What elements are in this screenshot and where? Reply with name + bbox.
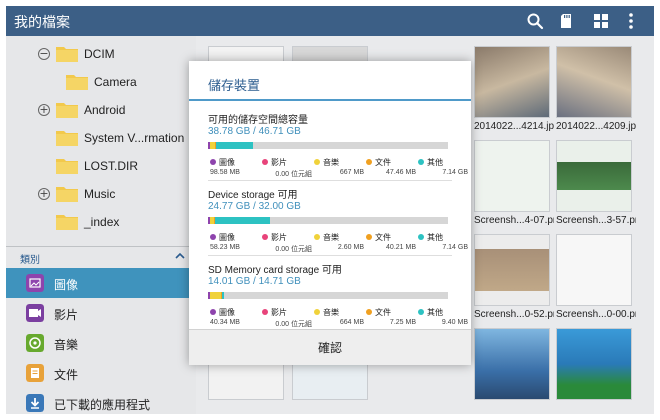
legend-images: 圖像 40.34 MB (210, 308, 240, 326)
tree-item-label: System V...rmation (84, 131, 185, 145)
category-label: 圖像 (54, 278, 79, 292)
storage-usage-bar (208, 142, 448, 149)
category-downloaded-apps[interactable]: 已下載的應用程式 (6, 388, 196, 414)
section-title: Device storage 可用 (208, 190, 298, 201)
confirm-button[interactable]: 確認 (189, 330, 471, 366)
legend-images: 圖像 58.23 MB (210, 233, 240, 251)
legend-videos: 影片 0.00 位元組 (262, 157, 312, 181)
tree-item-camera[interactable]: Camera (6, 68, 196, 96)
thumbnail[interactable] (556, 328, 632, 400)
category-header[interactable]: 類別 (6, 246, 196, 266)
video-icon (26, 304, 44, 322)
legend-videos: 影片 0.00 位元組 (262, 307, 312, 331)
file-name: Screensh...0-00.png (556, 309, 636, 320)
thumbnail[interactable] (474, 46, 550, 118)
category-videos[interactable]: 影片 (6, 298, 196, 328)
thumbnail[interactable] (556, 46, 632, 118)
download-icon (26, 394, 44, 412)
legend-other: 其他 7.14 GB (418, 232, 468, 256)
tree-item-label: DCIM (84, 47, 115, 61)
sd-card-icon[interactable] (556, 10, 578, 32)
tree-item-label: LOST.DIR (84, 159, 139, 173)
music-icon (26, 334, 44, 352)
thumbnail[interactable] (474, 328, 550, 400)
folder-icon (56, 47, 78, 62)
file-name: 2014022...4214.jpg (474, 121, 554, 132)
legend-documents: 文件 40.21 MB (366, 232, 416, 256)
category-music[interactable]: 音樂 (6, 328, 196, 358)
thumbnail[interactable] (556, 140, 632, 212)
section-size: 14.01 GB / 14.71 GB (208, 276, 301, 287)
collapse-icon[interactable]: − (38, 48, 50, 60)
tree-item-music[interactable]: + Music (6, 180, 196, 208)
image-icon (26, 274, 44, 292)
storage-usage-bar (208, 292, 448, 299)
legend-documents: 文件 47.46 MB (366, 157, 416, 181)
bar-segment-other (222, 292, 224, 299)
bar-segment-music (210, 292, 221, 299)
tree-item-android[interactable]: + Android (6, 96, 196, 124)
legend-other: 其他 7.14 GB (418, 157, 468, 181)
file-manager-window: 我的檔案 − DCIM Camera + Android System V...… (6, 6, 654, 414)
legend-videos: 影片 0.00 位元組 (262, 232, 312, 256)
legend-music: 音樂 664 MB (314, 307, 364, 331)
tree-item-index[interactable]: _index (6, 208, 196, 236)
document-icon (26, 364, 44, 382)
folder-icon (66, 75, 88, 90)
file-name: Screensh...0-52.png (474, 309, 554, 320)
bar-segment-other (215, 217, 270, 224)
bar-segment-other (216, 142, 253, 149)
storage-usage-bar (208, 217, 448, 224)
expand-icon[interactable]: + (38, 104, 50, 116)
tree-item-lost-dir[interactable]: LOST.DIR (6, 152, 196, 180)
app-bar: 我的檔案 (6, 6, 654, 36)
folder-icon (56, 187, 78, 202)
file-name: Screensh...4-07.png (474, 215, 554, 226)
legend-music: 音樂 2.60 MB (314, 232, 364, 256)
tree-item-dcim[interactable]: − DCIM (6, 40, 196, 68)
file-name: 2014022...4209.jpg (556, 121, 636, 132)
section-divider (208, 180, 452, 181)
section-title: SD Memory card storage 可用 (208, 265, 342, 276)
folder-icon (56, 159, 78, 174)
category-images[interactable]: 圖像 (6, 268, 196, 298)
section-size: 38.78 GB / 46.71 GB (208, 126, 301, 137)
sidebar: − DCIM Camera + Android System V...rmati… (6, 36, 196, 414)
tree-item-label: Music (84, 187, 116, 201)
overflow-menu-icon[interactable] (620, 10, 642, 32)
folder-icon (56, 103, 78, 118)
search-icon[interactable] (524, 10, 546, 32)
legend-music: 音樂 667 MB (314, 157, 364, 181)
title-divider (189, 99, 471, 101)
thumbnail[interactable] (474, 234, 550, 306)
dialog-footer: 確認 (189, 329, 471, 365)
thumbnail[interactable] (556, 234, 632, 306)
chevron-up-icon[interactable] (174, 251, 186, 261)
file-name: Screensh...3-57.png (556, 215, 636, 226)
folder-icon (56, 215, 78, 230)
app-title: 我的檔案 (14, 14, 70, 30)
storage-dialog: 儲存裝置 可用的儲存空間總容量 38.78 GB / 46.71 GB 圖像 98… (189, 61, 471, 365)
expand-icon[interactable]: + (38, 188, 50, 200)
category-label: 音樂 (54, 338, 79, 352)
thumbnail[interactable] (474, 140, 550, 212)
legend-images: 圖像 98.58 MB (210, 158, 240, 176)
legend-other: 其他 9.40 MB (418, 307, 468, 331)
tree-item-label: _index (84, 215, 120, 229)
section-title: 可用的儲存空間總容量 (208, 115, 308, 126)
category-label: 影片 (54, 308, 79, 322)
tree-item-label: Camera (94, 75, 137, 89)
category-label: 已下載的應用程式 (54, 398, 151, 412)
category-header-label: 類別 (20, 255, 40, 266)
section-size: 24.77 GB / 32.00 GB (208, 201, 301, 212)
legend-documents: 文件 7.25 MB (366, 307, 416, 331)
category-label: 文件 (54, 368, 79, 382)
folder-icon (56, 131, 78, 146)
section-divider (208, 255, 452, 256)
grid-view-icon[interactable] (590, 10, 612, 32)
dialog-title: 儲存裝置 (208, 78, 261, 93)
tree-item-label: Android (84, 103, 126, 117)
category-documents[interactable]: 文件 (6, 358, 196, 388)
tree-item-system-volume[interactable]: System V...rmation (6, 124, 196, 152)
